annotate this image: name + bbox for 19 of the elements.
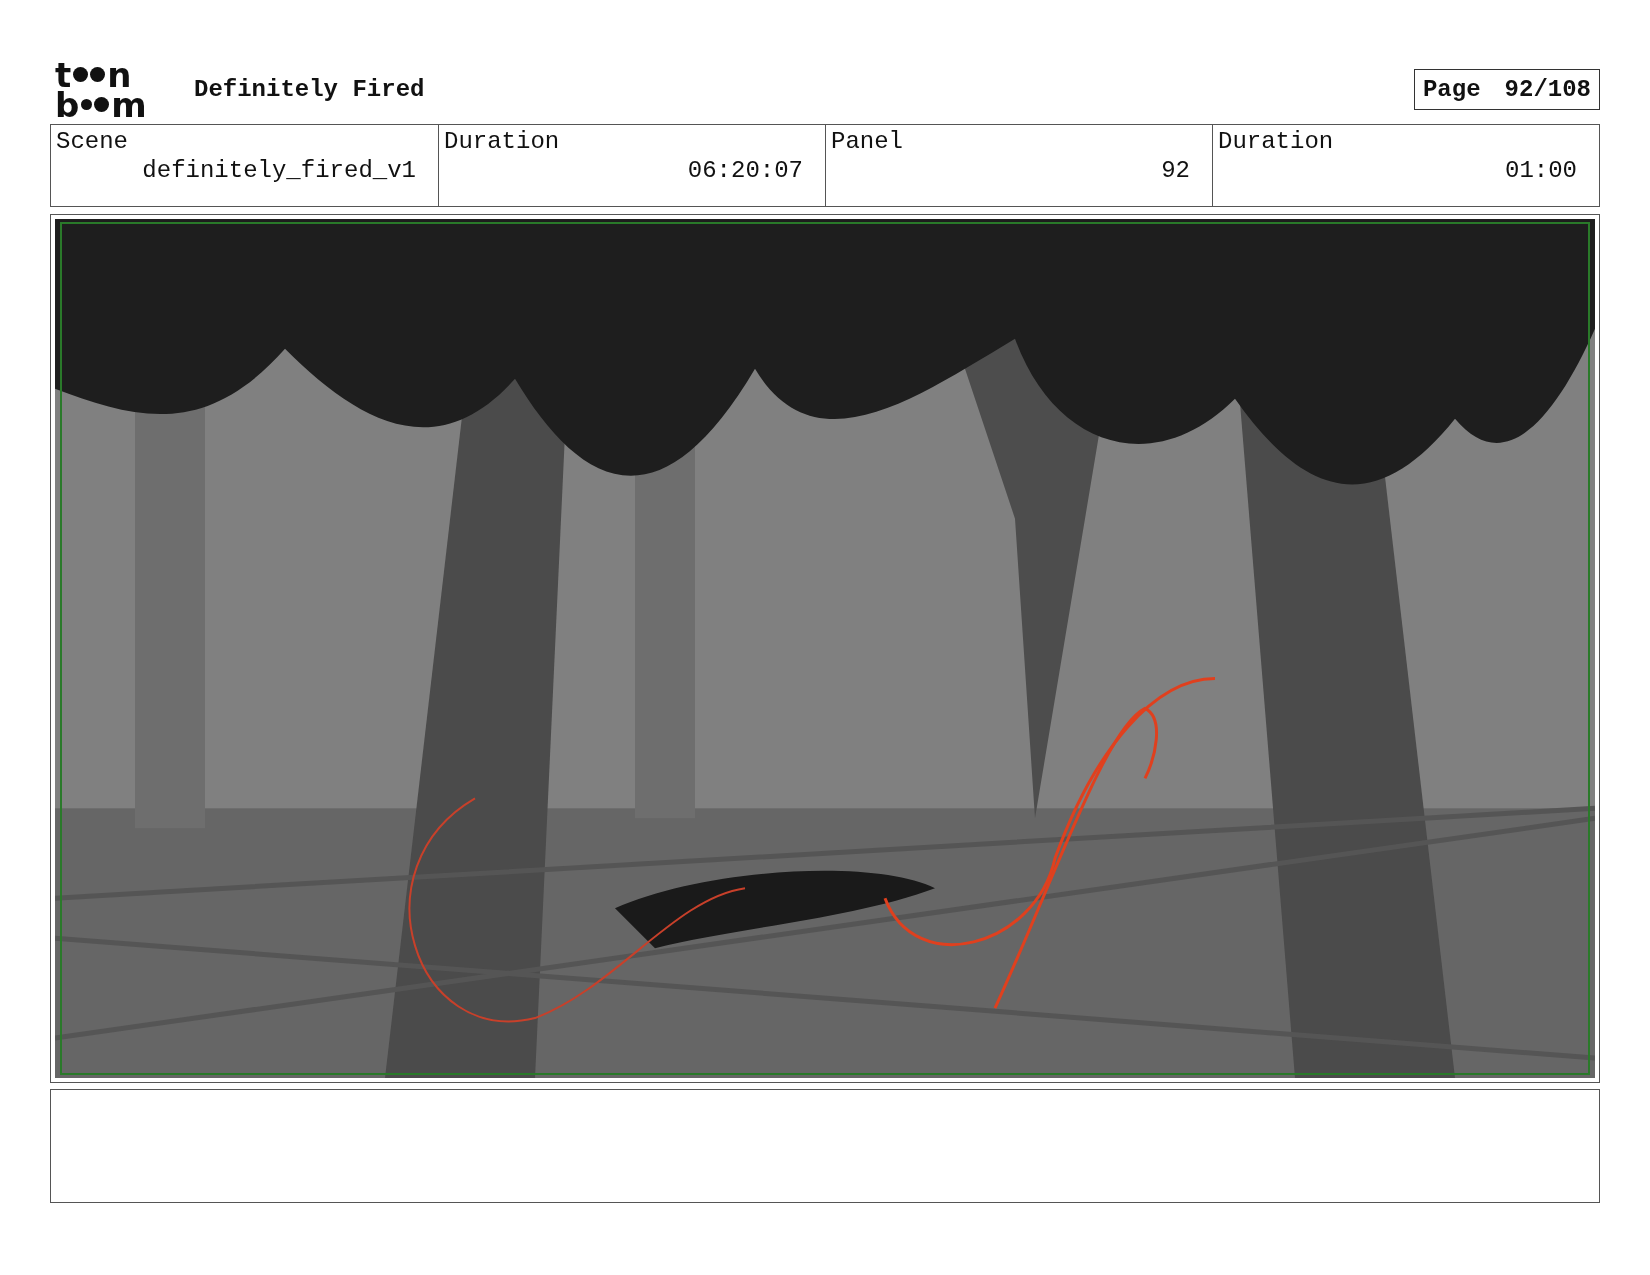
field-label: Scene <box>56 128 129 155</box>
dot-icon <box>73 67 89 82</box>
logo-letter: n <box>107 59 132 90</box>
field-label: Duration <box>444 128 561 155</box>
dot-icon <box>94 97 110 112</box>
field-value: 06:20:07 <box>687 157 803 184</box>
field-label: Panel <box>831 128 904 155</box>
field-value: 92 <box>1161 157 1190 184</box>
dot-icon <box>81 99 93 110</box>
page-label: Page <box>1422 76 1481 103</box>
field-value: definitely_fired_v1 <box>142 157 416 184</box>
storyboard-title: Definitely Fired <box>194 76 426 103</box>
field-value: 01:00 <box>1505 157 1577 184</box>
logo-letter: t <box>55 59 72 90</box>
page-number: 92/108 <box>1504 76 1591 103</box>
logo-letter: m <box>111 89 147 120</box>
logo-letter: b <box>55 89 80 120</box>
field-label: Duration <box>1218 128 1335 155</box>
dot-icon <box>90 67 106 82</box>
